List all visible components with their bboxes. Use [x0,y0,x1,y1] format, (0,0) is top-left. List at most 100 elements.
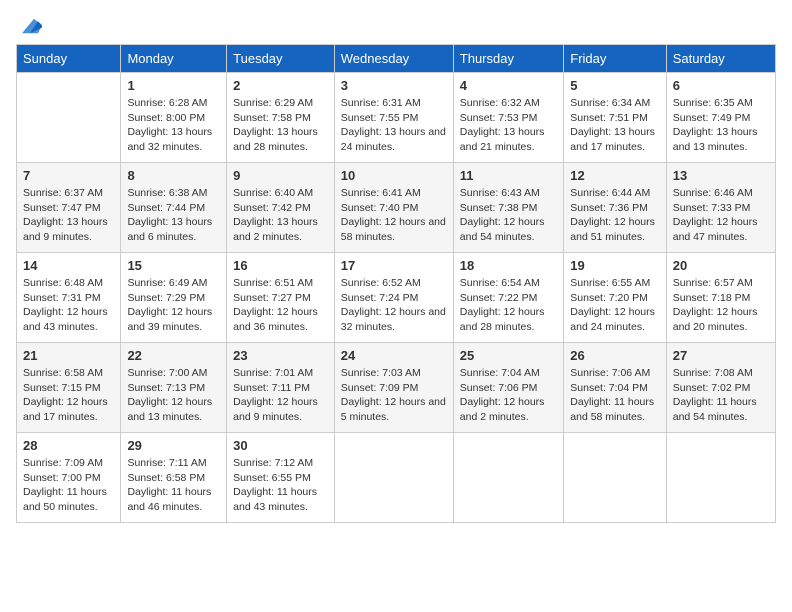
calendar-cell: 27 Sunrise: 7:08 AM Sunset: 7:02 PM Dayl… [666,343,775,433]
cell-daylight: Daylight: 11 hours and 43 minutes. [233,485,328,514]
cell-daylight: Daylight: 12 hours and 32 minutes. [341,305,447,334]
cell-sunset: Sunset: 7:06 PM [460,381,557,396]
day-number: 4 [460,78,557,93]
cell-sunrise: Sunrise: 6:41 AM [341,186,447,201]
calendar-cell [666,433,775,523]
calendar-cell: 2 Sunrise: 6:29 AM Sunset: 7:58 PM Dayli… [227,73,335,163]
cell-sunset: Sunset: 7:49 PM [673,111,769,126]
column-header-thursday: Thursday [453,45,563,73]
cell-daylight: Daylight: 13 hours and 13 minutes. [673,125,769,154]
logo-icon [18,16,42,36]
cell-sunrise: Sunrise: 7:09 AM [23,456,114,471]
cell-daylight: Daylight: 12 hours and 28 minutes. [460,305,557,334]
cell-daylight: Daylight: 12 hours and 54 minutes. [460,215,557,244]
calendar-cell [564,433,666,523]
cell-sunrise: Sunrise: 6:48 AM [23,276,114,291]
cell-daylight: Daylight: 12 hours and 20 minutes. [673,305,769,334]
cell-sunrise: Sunrise: 6:58 AM [23,366,114,381]
calendar-cell: 30 Sunrise: 7:12 AM Sunset: 6:55 PM Dayl… [227,433,335,523]
cell-sunrise: Sunrise: 6:40 AM [233,186,328,201]
calendar-cell: 14 Sunrise: 6:48 AM Sunset: 7:31 PM Dayl… [17,253,121,343]
cell-sunset: Sunset: 7:33 PM [673,201,769,216]
cell-sunset: Sunset: 6:55 PM [233,471,328,486]
calendar-cell: 28 Sunrise: 7:09 AM Sunset: 7:00 PM Dayl… [17,433,121,523]
column-header-sunday: Sunday [17,45,121,73]
cell-sunset: Sunset: 7:18 PM [673,291,769,306]
cell-sunrise: Sunrise: 6:57 AM [673,276,769,291]
day-number: 13 [673,168,769,183]
calendar-cell: 18 Sunrise: 6:54 AM Sunset: 7:22 PM Dayl… [453,253,563,343]
cell-daylight: Daylight: 13 hours and 9 minutes. [23,215,114,244]
column-header-saturday: Saturday [666,45,775,73]
calendar-cell: 24 Sunrise: 7:03 AM Sunset: 7:09 PM Dayl… [334,343,453,433]
cell-sunrise: Sunrise: 7:01 AM [233,366,328,381]
cell-daylight: Daylight: 13 hours and 2 minutes. [233,215,328,244]
cell-daylight: Daylight: 12 hours and 2 minutes. [460,395,557,424]
calendar-table: SundayMondayTuesdayWednesdayThursdayFrid… [16,44,776,523]
cell-sunrise: Sunrise: 7:06 AM [570,366,659,381]
day-number: 25 [460,348,557,363]
cell-sunrise: Sunrise: 7:04 AM [460,366,557,381]
day-number: 18 [460,258,557,273]
cell-sunset: Sunset: 7:38 PM [460,201,557,216]
calendar-cell: 1 Sunrise: 6:28 AM Sunset: 8:00 PM Dayli… [121,73,227,163]
day-number: 5 [570,78,659,93]
day-number: 26 [570,348,659,363]
cell-daylight: Daylight: 13 hours and 17 minutes. [570,125,659,154]
day-number: 10 [341,168,447,183]
calendar-cell: 17 Sunrise: 6:52 AM Sunset: 7:24 PM Dayl… [334,253,453,343]
cell-sunrise: Sunrise: 6:31 AM [341,96,447,111]
cell-sunset: Sunset: 7:00 PM [23,471,114,486]
cell-daylight: Daylight: 12 hours and 17 minutes. [23,395,114,424]
cell-sunset: Sunset: 7:24 PM [341,291,447,306]
cell-daylight: Daylight: 13 hours and 6 minutes. [127,215,220,244]
cell-sunset: Sunset: 7:15 PM [23,381,114,396]
calendar-cell [334,433,453,523]
cell-daylight: Daylight: 13 hours and 24 minutes. [341,125,447,154]
cell-sunrise: Sunrise: 6:29 AM [233,96,328,111]
calendar-cell: 5 Sunrise: 6:34 AM Sunset: 7:51 PM Dayli… [564,73,666,163]
cell-sunset: Sunset: 7:47 PM [23,201,114,216]
day-number: 21 [23,348,114,363]
calendar-cell: 13 Sunrise: 6:46 AM Sunset: 7:33 PM Dayl… [666,163,775,253]
cell-daylight: Daylight: 11 hours and 58 minutes. [570,395,659,424]
day-number: 29 [127,438,220,453]
week-row-3: 14 Sunrise: 6:48 AM Sunset: 7:31 PM Dayl… [17,253,776,343]
calendar-cell: 21 Sunrise: 6:58 AM Sunset: 7:15 PM Dayl… [17,343,121,433]
cell-sunrise: Sunrise: 6:54 AM [460,276,557,291]
calendar-cell: 25 Sunrise: 7:04 AM Sunset: 7:06 PM Dayl… [453,343,563,433]
week-row-2: 7 Sunrise: 6:37 AM Sunset: 7:47 PM Dayli… [17,163,776,253]
calendar-cell: 12 Sunrise: 6:44 AM Sunset: 7:36 PM Dayl… [564,163,666,253]
day-number: 27 [673,348,769,363]
logo [16,16,42,36]
cell-daylight: Daylight: 11 hours and 46 minutes. [127,485,220,514]
cell-daylight: Daylight: 12 hours and 9 minutes. [233,395,328,424]
cell-sunset: Sunset: 7:13 PM [127,381,220,396]
cell-daylight: Daylight: 11 hours and 50 minutes. [23,485,114,514]
day-number: 2 [233,78,328,93]
cell-sunset: Sunset: 7:42 PM [233,201,328,216]
day-number: 6 [673,78,769,93]
day-number: 22 [127,348,220,363]
day-number: 11 [460,168,557,183]
calendar-cell: 23 Sunrise: 7:01 AM Sunset: 7:11 PM Dayl… [227,343,335,433]
cell-sunrise: Sunrise: 6:37 AM [23,186,114,201]
day-number: 7 [23,168,114,183]
calendar-cell: 8 Sunrise: 6:38 AM Sunset: 7:44 PM Dayli… [121,163,227,253]
column-header-friday: Friday [564,45,666,73]
day-number: 28 [23,438,114,453]
calendar-cell: 11 Sunrise: 6:43 AM Sunset: 7:38 PM Dayl… [453,163,563,253]
column-header-tuesday: Tuesday [227,45,335,73]
week-row-5: 28 Sunrise: 7:09 AM Sunset: 7:00 PM Dayl… [17,433,776,523]
day-number: 9 [233,168,328,183]
cell-sunrise: Sunrise: 7:08 AM [673,366,769,381]
cell-sunset: Sunset: 7:51 PM [570,111,659,126]
day-number: 14 [23,258,114,273]
cell-sunrise: Sunrise: 6:28 AM [127,96,220,111]
day-number: 30 [233,438,328,453]
calendar-cell: 26 Sunrise: 7:06 AM Sunset: 7:04 PM Dayl… [564,343,666,433]
calendar-header-row: SundayMondayTuesdayWednesdayThursdayFrid… [17,45,776,73]
cell-sunset: Sunset: 7:04 PM [570,381,659,396]
calendar-cell: 20 Sunrise: 6:57 AM Sunset: 7:18 PM Dayl… [666,253,775,343]
cell-sunset: Sunset: 7:53 PM [460,111,557,126]
